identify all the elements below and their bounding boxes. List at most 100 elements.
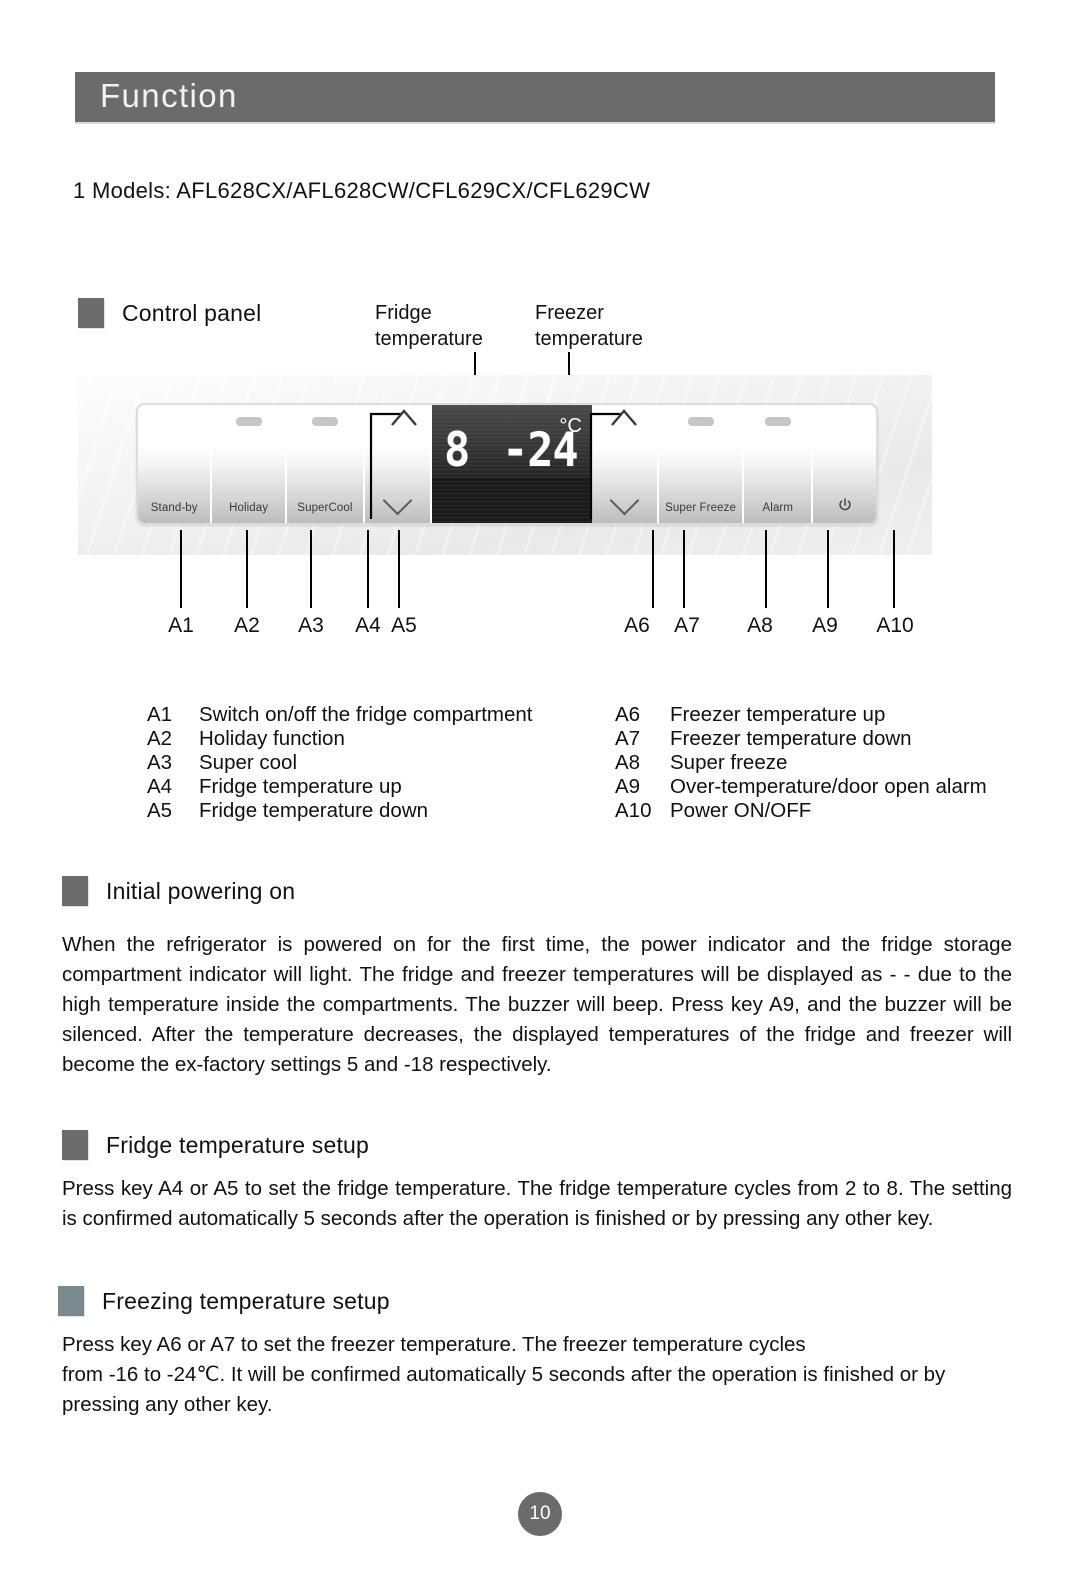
page-number-badge: 10 (518, 1492, 562, 1536)
paragraph-freezing-temperature-setup: Press key A6 or A7 to set the freezer te… (62, 1330, 1012, 1420)
tick-label-a8: A8 (747, 614, 773, 637)
legend-item: A9 Over-temperature/door open alarm (615, 775, 987, 799)
bullet-square-icon (78, 298, 104, 328)
section-title-fridge-temperature-setup: Fridge temperature setup (106, 1131, 370, 1158)
led-indicator-a2-icon (235, 417, 262, 426)
panel-key-a2-label: Holiday (229, 502, 269, 514)
legend-code: A9 (615, 775, 641, 798)
legend-code: A7 (615, 727, 641, 750)
legend-item: A5 Fridge temperature down (147, 799, 533, 823)
section-heading-initial-powering-on: Initial powering on (62, 876, 295, 906)
tick-line-a4 (367, 530, 369, 608)
bullet-square-icon (62, 876, 88, 906)
panel-key-a7-freezer-temp-down[interactable] (591, 405, 659, 523)
legend-code: A5 (147, 799, 173, 822)
legend-item: A1 Switch on/off the fridge compartment (147, 703, 533, 727)
panel-key-a9-label: Alarm (762, 502, 794, 514)
legend-item: A2 Holiday function (147, 727, 533, 751)
legend-text: Freezer temperature down (670, 727, 912, 750)
legend-code: A2 (147, 727, 173, 750)
callout-freezer-line1: Freezer (535, 302, 604, 324)
power-icon (838, 498, 851, 511)
tick-line-a3 (310, 530, 312, 608)
page-title: Function (100, 77, 238, 115)
panel-key-a3-supercool[interactable]: SuperCool (286, 405, 366, 523)
legend-text: Over-temperature/door open alarm (670, 775, 987, 798)
tick-label-a2: A2 (234, 614, 260, 637)
tick-label-a9: A9 (812, 614, 838, 637)
panel-key-a9-alarm[interactable]: Alarm (744, 405, 814, 523)
panel-key-a2-holiday[interactable]: Holiday (212, 405, 287, 523)
tick-line-a2 (246, 530, 248, 608)
tick-line-a1 (180, 530, 182, 608)
bullet-square-icon (62, 1130, 88, 1160)
led-indicator-a3-icon (311, 417, 338, 426)
legend-code: A10 (615, 799, 652, 822)
legend-text: Holiday function (199, 727, 345, 750)
legend-code: A1 (147, 703, 173, 726)
tick-label-a1: A1 (168, 614, 194, 637)
panel-key-a8-super-freeze[interactable]: Super Freeze (658, 405, 745, 523)
legend-item: A8 Super freeze (615, 751, 987, 775)
chevron-down-icon (609, 485, 640, 516)
tick-label-a3: A3 (298, 614, 324, 637)
callout-freezer-line2: temperature (535, 328, 643, 350)
legend-text: Power ON/OFF (670, 799, 812, 822)
tick-label-a5: A5 (391, 614, 417, 637)
panel-key-a1-standby[interactable]: Stand-by (138, 405, 213, 523)
tick-line-a10 (893, 530, 895, 608)
section-title-freezing-temperature-setup: Freezing temperature setup (102, 1287, 390, 1314)
tick-label-a6: A6 (624, 614, 650, 637)
legend-text: Switch on/off the fridge compartment (199, 703, 533, 726)
section-heading-control-panel: Control panel (78, 298, 261, 328)
legend-text: Super freeze (670, 751, 788, 774)
section-heading-fridge-temperature-setup: Fridge temperature setup (62, 1130, 369, 1160)
callout-fridge-line2: temperature (375, 328, 483, 350)
models-line: 1 Models: AFL628CX/AFL628CW/CFL629CX/CFL… (73, 178, 651, 203)
tick-label-a7: A7 (674, 614, 700, 637)
legend-item: A3 Super cool (147, 751, 533, 775)
page-header-banner: Function (75, 72, 995, 122)
panel-key-a3-label: SuperCool (297, 502, 353, 514)
tick-line-a6 (652, 530, 654, 608)
tick-line-a7 (683, 530, 685, 608)
section-title-initial-powering-on: Initial powering on (106, 877, 296, 904)
callout-fridge-line1: Fridge (375, 302, 432, 324)
led-indicator-a8-icon (687, 417, 714, 426)
callout-fridge-temperature: Fridge temperature (375, 300, 483, 352)
tick-label-a4: A4 (355, 614, 381, 637)
legend-code: A4 (147, 775, 173, 798)
legend-text: Super cool (199, 751, 298, 774)
tick-line-a5 (398, 530, 400, 608)
lcd-fridge-value: 8 (444, 423, 470, 478)
panel-key-a1-label: Stand-by (150, 502, 198, 514)
tick-label-a10: A10 (876, 614, 914, 637)
legend-code: A6 (615, 703, 641, 726)
legend-list-left: A1 Switch on/off the fridge compartment … (147, 703, 533, 823)
legend-code: A3 (147, 751, 173, 774)
legend-text: Freezer temperature up (670, 703, 886, 726)
paragraph-freezing-line3: pressing any other key. (62, 1393, 273, 1416)
legend-item: A6 Freezer temperature up (615, 703, 987, 727)
panel-key-a5-fridge-temp-down[interactable] (365, 405, 432, 523)
legend-text: Fridge temperature down (199, 799, 429, 822)
paragraph-initial-powering-on: When the refrigerator is powered on for … (62, 933, 1012, 1076)
chevron-down-icon (382, 485, 413, 516)
legend-text: Fridge temperature up (199, 775, 402, 798)
legend-item: A7 Freezer temperature down (615, 727, 987, 751)
control-panel-illustration: Stand-by Holiday SuperCool 8 -24 °C Supe… (78, 375, 932, 555)
tick-line-a9 (827, 530, 829, 608)
tick-line-a8 (765, 530, 767, 608)
panel-key-a10-power[interactable] (813, 405, 876, 523)
section-heading-freezing-temperature-setup: Freezing temperature setup (58, 1286, 390, 1316)
bullet-square-icon (58, 1286, 84, 1316)
panel-key-a8-label: Super Freeze (665, 502, 736, 514)
legend-item: A4 Fridge temperature up (147, 775, 533, 799)
legend-code: A8 (615, 751, 641, 774)
paragraph-freezing-line1: Press key A6 or A7 to set the freezer te… (62, 1333, 806, 1356)
control-panel-keypad: Stand-by Holiday SuperCool 8 -24 °C Supe… (136, 403, 878, 525)
legend-list-right: A6 Freezer temperature up A7 Freezer tem… (615, 703, 987, 823)
led-indicator-a9-icon (764, 417, 791, 426)
panel-lcd-display: 8 -24 °C (431, 405, 592, 523)
callout-freezer-temperature: Freezer temperature (535, 300, 643, 352)
